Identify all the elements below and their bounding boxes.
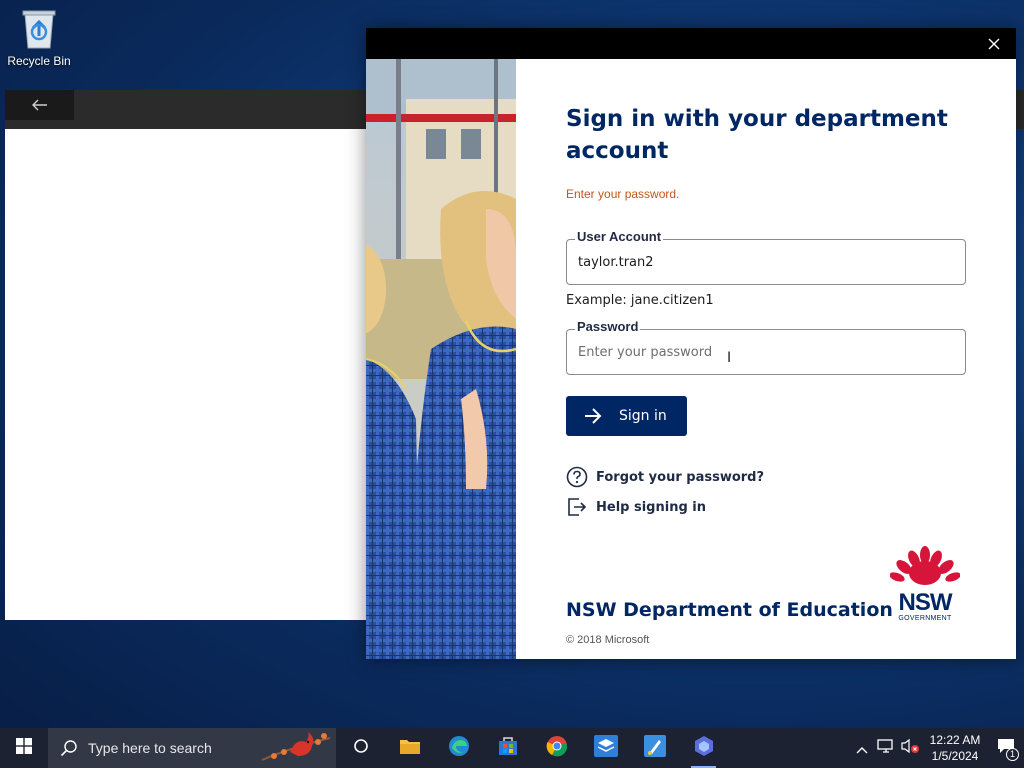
close-button[interactable] — [984, 34, 1004, 54]
copyright-text: © 2018 Microsoft — [566, 634, 650, 646]
network-icon — [877, 738, 895, 758]
taskbar-search[interactable]: Type here to search — [48, 728, 336, 768]
file-explorer-icon — [399, 737, 421, 759]
windows-logo-icon — [16, 738, 32, 758]
recycle-bin[interactable]: Recycle Bin — [6, 6, 72, 68]
chrome-button[interactable] — [532, 728, 581, 768]
signin-dialog: Sign in with your department account Ent… — [366, 28, 1016, 659]
network-button[interactable] — [874, 728, 898, 768]
back-arrow-icon — [31, 96, 48, 115]
nsw-logo-text: NSW — [898, 589, 953, 616]
help-signing-in-link[interactable]: Help signing in — [566, 496, 706, 518]
file-explorer-button[interactable] — [385, 728, 434, 768]
user-account-label: User Account — [575, 229, 664, 244]
government-logo-text: GOVERNMENT — [898, 615, 952, 622]
paint-button[interactable] — [630, 728, 679, 768]
user-account-input[interactable] — [578, 252, 948, 272]
username-example: Example: jane.citizen1 — [566, 293, 714, 308]
edge-icon — [448, 735, 470, 761]
password-label: Password — [575, 319, 641, 334]
chevron-up-icon — [856, 739, 868, 758]
password-hint: Enter your password. — [566, 187, 680, 201]
recycle-bin-label: Recycle Bin — [7, 54, 71, 68]
waratah-flower-icon — [889, 546, 961, 585]
copilot-button[interactable] — [679, 728, 728, 768]
forgot-password-label: Forgot your password? — [596, 469, 765, 485]
background-window-edge — [1016, 90, 1024, 129]
page-title: Sign in with your department account — [566, 106, 948, 164]
store-button[interactable] — [483, 728, 532, 768]
action-center-button[interactable]: 1 — [988, 728, 1024, 768]
edge-button[interactable] — [434, 728, 483, 768]
clock-date: 1/5/2024 — [931, 749, 979, 763]
cardinal-bird-icon — [260, 730, 332, 768]
show-hidden-icons-button[interactable] — [850, 728, 874, 768]
task-view-icon — [353, 738, 369, 758]
students-photo — [366, 59, 516, 659]
start-button[interactable] — [0, 728, 48, 768]
user-account-field[interactable]: User Account — [566, 229, 966, 285]
signin-button[interactable]: Sign in — [566, 396, 687, 436]
background-window — [5, 90, 375, 620]
organization-name: NSW Department of Education — [566, 599, 893, 621]
taskbar: Type here to search 12:22 AM 1/5/2024 1 — [0, 728, 1024, 768]
dialog-titlebar — [366, 28, 1016, 59]
notification-count: 1 — [1006, 748, 1019, 761]
paint-icon — [643, 735, 666, 761]
recycle-bin-icon — [19, 6, 59, 50]
search-icon — [60, 739, 78, 757]
volume-button[interactable] — [898, 728, 922, 768]
back-button[interactable] — [5, 90, 74, 120]
arrow-right-icon — [584, 408, 602, 424]
search-placeholder: Type here to search — [88, 740, 212, 756]
volume-muted-icon — [900, 738, 920, 758]
signin-button-label: Sign in — [619, 408, 667, 424]
close-icon — [988, 35, 1000, 54]
help-signing-in-label: Help signing in — [596, 499, 706, 515]
background-window-toolbar — [5, 90, 375, 129]
clock[interactable]: 12:22 AM 1/5/2024 — [922, 732, 988, 764]
app-blue-icon — [593, 735, 618, 761]
store-icon — [497, 735, 519, 761]
password-field[interactable]: Password I — [566, 319, 966, 375]
sign-in-arrow-icon — [566, 496, 588, 518]
password-input[interactable] — [578, 342, 948, 362]
question-circle-icon — [566, 466, 588, 488]
nsw-government-logo: NSW GOVERNMENT — [888, 545, 962, 623]
chrome-icon — [546, 735, 568, 761]
forgot-password-link[interactable]: Forgot your password? — [566, 466, 764, 488]
ibeam-cursor-icon: I — [727, 350, 732, 366]
system-tray: 12:22 AM 1/5/2024 1 — [850, 728, 1024, 768]
clock-time: 12:22 AM — [929, 733, 981, 747]
blue-app-button[interactable] — [581, 728, 630, 768]
copilot-icon — [693, 735, 715, 761]
signin-form: Sign in with your department account Ent… — [566, 59, 986, 659]
task-view-button[interactable] — [336, 728, 385, 768]
